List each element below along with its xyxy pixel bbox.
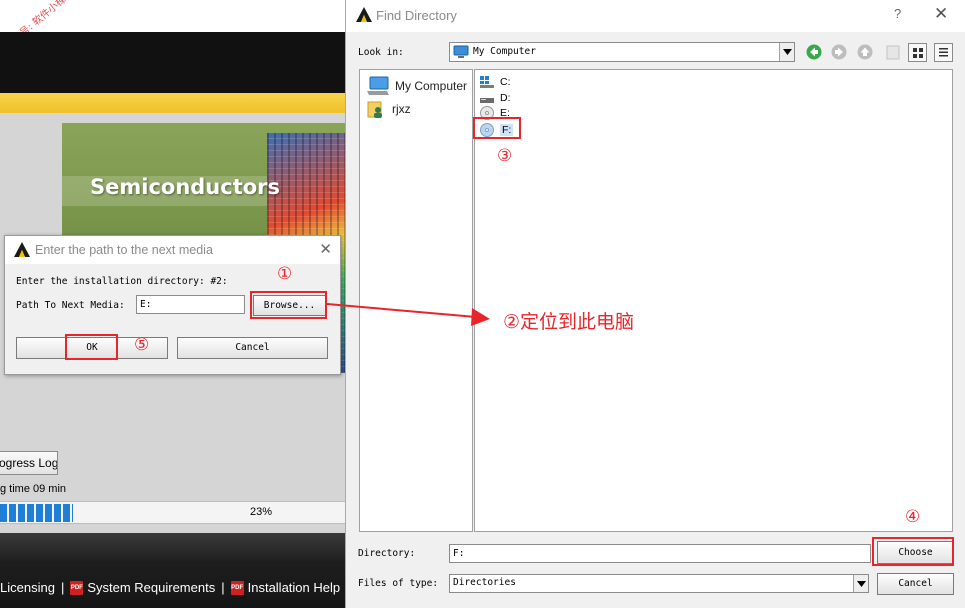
- step-3-marker: ③: [497, 146, 513, 166]
- step-5-marker: ⑤: [134, 335, 150, 355]
- step-4-marker: ④: [905, 507, 921, 527]
- step-2-marker: ②定位到此电脑: [503, 311, 635, 333]
- step-1-marker: ①: [277, 264, 293, 284]
- screenshot-stage: 公众号: 软件小梯 ogress Log g time 09 min 23% L…: [0, 0, 965, 608]
- annotation-arrow: [326, 303, 490, 326]
